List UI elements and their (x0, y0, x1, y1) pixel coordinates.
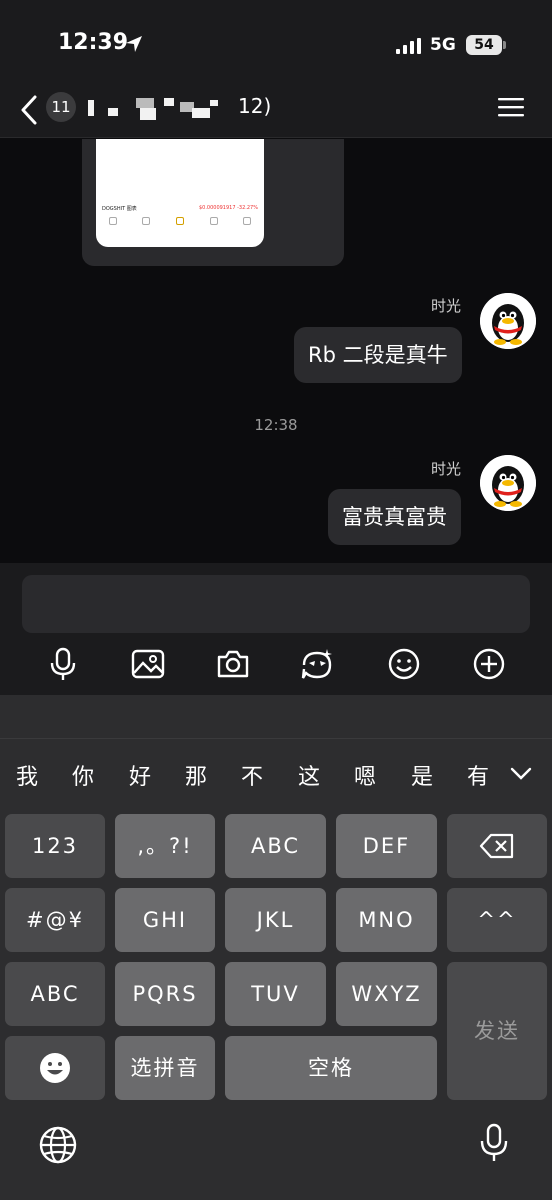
chevron-down-icon[interactable] (510, 767, 532, 781)
sender-name: 时光 (431, 297, 462, 315)
candidate-word[interactable]: 不 (241, 759, 263, 791)
screenshot-tabbar (96, 217, 264, 239)
cellular-signal-icon (396, 38, 421, 54)
candidate-word[interactable]: 你 (72, 759, 94, 791)
emoji-face-icon (40, 1053, 70, 1083)
emoji-key[interactable] (5, 1036, 105, 1100)
avatar[interactable] (480, 293, 536, 349)
screenshot-tab-icon (204, 217, 224, 239)
key-tuv[interactable]: TUV (225, 962, 326, 1026)
microphone-icon[interactable] (46, 647, 80, 681)
network-type: 5G (430, 35, 456, 55)
image-message[interactable]: DOGSHIT 图表 $0.000091917 -32.27% (82, 139, 344, 266)
shared-screenshot: DOGSHIT 图表 $0.000091917 -32.27% (96, 139, 264, 247)
candidate-word[interactable]: 是 (411, 759, 433, 791)
camera-icon[interactable] (216, 647, 250, 681)
key-ghi[interactable]: GHI (115, 888, 215, 952)
status-bar: 12:39 5G 54 (0, 0, 552, 90)
chat-header: 11 12) (0, 90, 552, 138)
dictation-mic-icon[interactable] (474, 1123, 514, 1163)
compose-bar (0, 563, 552, 695)
screenshot-tab-icon (170, 217, 190, 239)
key-123[interactable]: 123 (5, 814, 105, 878)
penguin-avatar-icon (480, 293, 536, 349)
sender-name: 时光 (431, 460, 462, 478)
message-list[interactable]: DOGSHIT 图表 $0.000091917 -32.27% 时光 Rb 二段… (0, 139, 552, 563)
message-bubble[interactable]: 富贵真富贵 (328, 489, 461, 545)
candidate-word[interactable]: 这 (298, 759, 320, 791)
keyboard: 我 你 好 那 不 这 嗯 是 有 123 ,。?! ABC DEF #@¥ G… (0, 695, 552, 1200)
screenshot-title: DOGSHIT 图表 (102, 206, 137, 212)
screenshot-tab-icon (103, 217, 123, 239)
penguin-avatar-icon (480, 455, 536, 511)
key-punctuation[interactable]: ,。?! (115, 814, 215, 878)
candidate-word[interactable]: 我 (16, 759, 38, 791)
message-input[interactable] (22, 575, 530, 633)
back-chevron-icon[interactable] (18, 94, 40, 126)
avatar[interactable] (480, 455, 536, 511)
status-time: 12:39 (58, 30, 129, 55)
image-icon[interactable] (131, 647, 165, 681)
chat-title: 12) (238, 94, 272, 118)
candidate-word[interactable]: 嗯 (354, 759, 376, 791)
plus-icon[interactable] (472, 647, 506, 681)
backspace-icon (479, 833, 514, 859)
key-kaomoji[interactable]: ^^ (447, 888, 547, 952)
keyboard-toolbar (0, 695, 552, 739)
candidate-word[interactable]: 那 (185, 759, 207, 791)
screenshot-price: $0.000091917 -32.27% (198, 205, 258, 211)
emoji-icon[interactable] (387, 647, 421, 681)
candidate-word[interactable]: 有 (467, 759, 489, 791)
redacted-title-mosaic (88, 96, 222, 120)
backspace-key[interactable] (447, 814, 547, 878)
battery-nub (503, 41, 506, 49)
location-arrow-icon (126, 36, 142, 52)
screenshot-tab-icon (136, 217, 156, 239)
candidate-word[interactable]: 好 (129, 759, 151, 791)
key-jkl[interactable]: JKL (225, 888, 326, 952)
space-key[interactable]: 空格 (225, 1036, 437, 1100)
battery-icon: 54 (466, 35, 502, 55)
sticker-icon[interactable] (300, 647, 334, 681)
key-symbols[interactable]: #@¥ (5, 888, 105, 952)
menu-icon[interactable] (498, 96, 524, 118)
time-divider: 12:38 (254, 416, 298, 434)
key-abc-switch[interactable]: ABC (5, 962, 105, 1026)
send-key[interactable]: 发送 (447, 962, 547, 1100)
unread-count-badge[interactable]: 11 (46, 92, 76, 122)
key-mno[interactable]: MNO (336, 888, 437, 952)
key-pqrs[interactable]: PQRS (115, 962, 215, 1026)
key-def[interactable]: DEF (336, 814, 437, 878)
key-wxyz[interactable]: WXYZ (336, 962, 437, 1026)
globe-icon[interactable] (38, 1125, 78, 1165)
choose-pinyin-key[interactable]: 选拼音 (115, 1036, 215, 1100)
screenshot-tab-icon (237, 217, 257, 239)
key-abc[interactable]: ABC (225, 814, 326, 878)
message-bubble[interactable]: Rb 二段是真牛 (294, 327, 462, 383)
